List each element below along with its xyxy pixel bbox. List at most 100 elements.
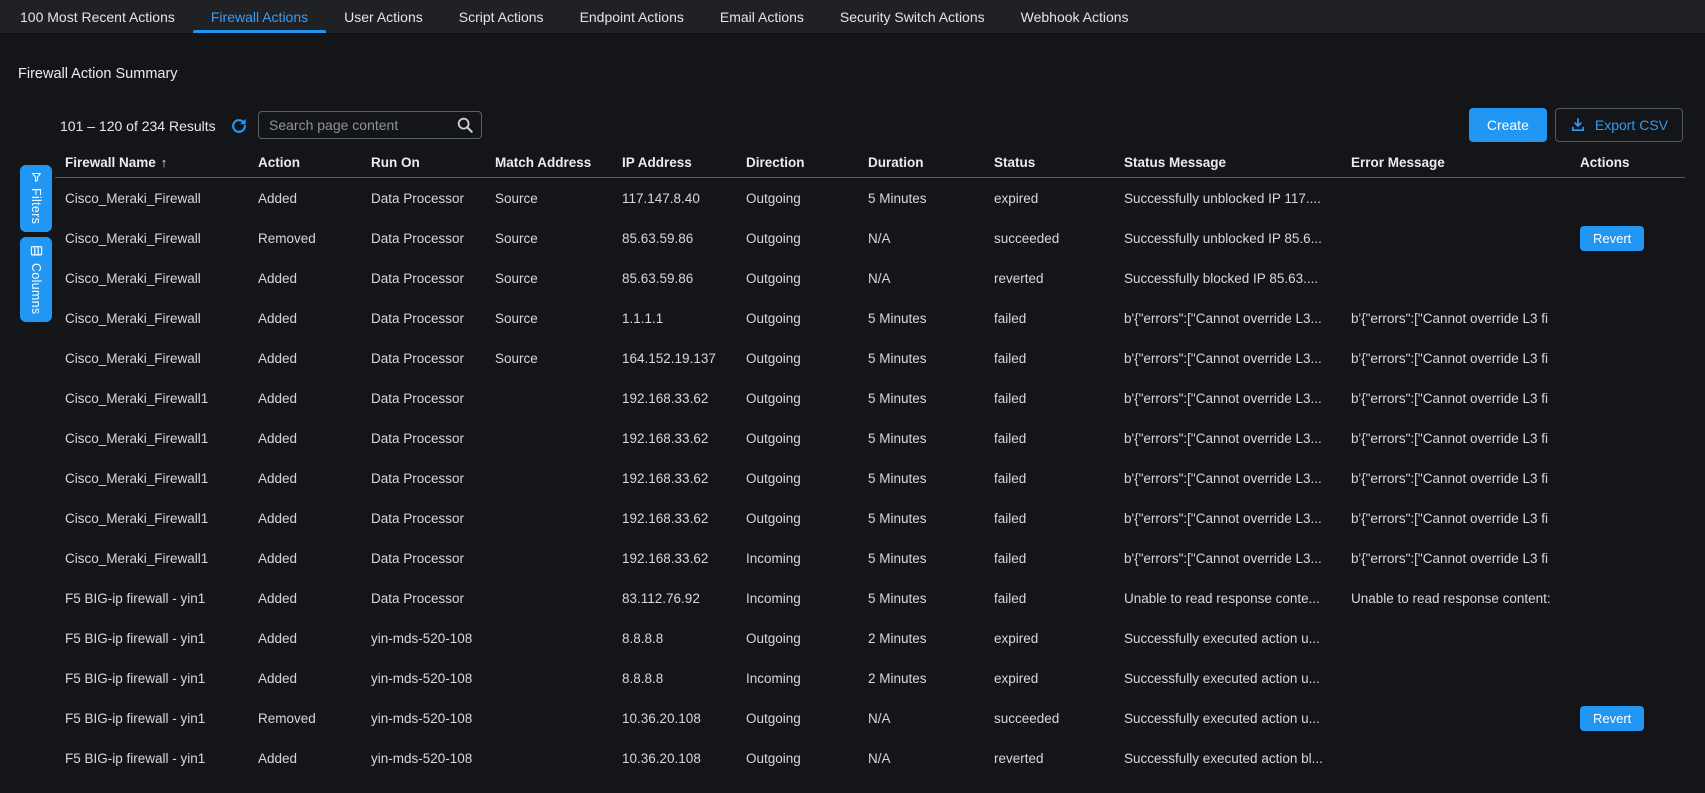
cell-status: failed [994,311,1124,326]
column-header-label: Error Message [1351,155,1445,170]
cell-direction: Outgoing [746,631,868,646]
table-row: Cisco_Meraki_FirewallAddedData Processor… [55,298,1685,338]
column-header-direction[interactable]: Direction [746,155,868,170]
cell-status-message: Unable to read response conte... [1124,591,1351,606]
cell-action: Added [258,191,371,206]
column-header-error-message[interactable]: Error Message [1351,155,1580,170]
cell-firewall-name: F5 BIG-ip firewall - yin1 [65,671,258,686]
table-row: F5 BIG-ip firewall - yin1Addedyin-mds-52… [55,658,1685,698]
tab-security-switch-actions[interactable]: Security Switch Actions [822,0,1003,33]
tab-endpoint-actions[interactable]: Endpoint Actions [562,0,702,33]
cell-action: Added [258,751,371,766]
firewall-actions-table: Firewall Name↑ActionRun On Match Address I… [55,148,1685,793]
cell-status: failed [994,471,1124,486]
cell-match-address: Source [495,191,622,206]
cell-ip-address: 83.112.76.92 [622,591,746,606]
cell-firewall-name: F5 BIG-ip firewall - yin1 [65,711,258,726]
table-row: F5 BIG-ip firewall - yin1AddedData Proce… [55,578,1685,618]
cell-error-message: b'{"errors":["Cannot override L3 fi [1351,351,1580,366]
table-row: F5 BIG-ip firewall - yin1Addedyin-mds-52… [55,618,1685,658]
tab-firewall-actions[interactable]: Firewall Actions [193,0,326,33]
cell-direction: Outgoing [746,311,868,326]
column-header-label: Direction [746,155,805,170]
cell-status-message: Successfully executed action u... [1124,711,1351,726]
cell-status: succeeded [994,231,1124,246]
cell-run-on: Data Processor [371,511,495,526]
filters-button[interactable]: Filters [20,165,52,232]
cell-action: Added [258,311,371,326]
column-header-label: Match Address [495,155,591,170]
column-header-duration[interactable]: Duration [868,155,994,170]
cell-ip-address: 8.8.8.8 [622,671,746,686]
tab-script-actions[interactable]: Script Actions [441,0,562,33]
refresh-button[interactable] [230,117,248,135]
cell-firewall-name: Cisco_Meraki_Firewall1 [65,511,258,526]
table-header-row: Firewall Name↑ActionRun On Match Address I… [55,148,1685,178]
table-row: Cisco_Meraki_FirewallRemovedData Process… [55,218,1685,258]
cell-duration: N/A [868,751,994,766]
cell-status: reverted [994,751,1124,766]
export-csv-button[interactable]: Export CSV [1555,108,1683,142]
cell-action: Added [258,511,371,526]
results-count: 101 – 120 of 234 Results [60,118,216,134]
cell-ip-address: 192.168.33.62 [622,391,746,406]
cell-status-message: b'{"errors":["Cannot override L3... [1124,311,1351,326]
column-header-action[interactable]: Action [258,155,371,170]
cell-status: succeeded [994,711,1124,726]
cell-status-message: b'{"errors":["Cannot override L3... [1124,351,1351,366]
cell-status: failed [994,551,1124,566]
cell-status-message: b'{"errors":["Cannot override L3... [1124,471,1351,486]
cell-duration: 5 Minutes [868,511,994,526]
table-row: F5 BIG-ip firewall - yin1Removedyin-mds-… [55,698,1685,738]
column-header-actions[interactable]: Actions [1580,155,1685,170]
table-row: F5 BIG-ip firewall - yin1Addedyin-mds-52… [55,738,1685,778]
cell-firewall-name: F5 BIG-ip firewall - yin1 [65,631,258,646]
columns-button[interactable]: Columns [20,237,52,322]
create-button[interactable]: Create [1469,108,1547,142]
cell-ip-address: 192.168.33.62 [622,551,746,566]
cell-error-message: b'{"errors":["Cannot override L3 fi [1351,551,1580,566]
cell-action: Removed [258,231,371,246]
cell-status: expired [994,191,1124,206]
cell-run-on: Data Processor [371,591,495,606]
table-body: Cisco_Meraki_FirewallAddedData Processor… [55,178,1685,778]
revert-button[interactable]: Revert [1580,706,1644,731]
tab-100-most-recent-actions[interactable]: 100 Most Recent Actions [2,0,193,33]
cell-firewall-name: Cisco_Meraki_Firewall [65,311,258,326]
cell-ip-address: 192.168.33.62 [622,431,746,446]
column-header-status[interactable]: Status [994,155,1124,170]
column-header-run-on[interactable]: Run On [371,155,495,170]
cell-status-message: Successfully unblocked IP 117.... [1124,191,1351,206]
cell-firewall-name: F5 BIG-ip firewall - yin1 [65,591,258,606]
column-header-label: Status [994,155,1035,170]
cell-duration: 5 Minutes [868,591,994,606]
cell-duration: 5 Minutes [868,551,994,566]
cell-run-on: Data Processor [371,351,495,366]
cell-status-message: b'{"errors":["Cannot override L3... [1124,391,1351,406]
tab-user-actions[interactable]: User Actions [326,0,441,33]
cell-status: expired [994,671,1124,686]
column-header-match-address[interactable]: Match Address [495,155,622,170]
cell-error-message: b'{"errors":["Cannot override L3 fi [1351,471,1580,486]
cell-direction: Outgoing [746,271,868,286]
revert-button[interactable]: Revert [1580,226,1644,251]
column-header-ip-address[interactable]: IP Address [622,155,746,170]
cell-run-on: Data Processor [371,431,495,446]
table-row: Cisco_Meraki_FirewallAddedData Processor… [55,338,1685,378]
cell-run-on: Data Processor [371,231,495,246]
column-header-firewall-name[interactable]: Firewall Name↑ [65,155,258,170]
cell-ip-address: 164.152.19.137 [622,351,746,366]
cell-duration: 5 Minutes [868,191,994,206]
cell-run-on: Data Processor [371,391,495,406]
tab-webhook-actions[interactable]: Webhook Actions [1003,0,1147,33]
tab-email-actions[interactable]: Email Actions [702,0,822,33]
column-header-label: Run On [371,155,420,170]
column-header-label: Firewall Name [65,155,156,170]
filter-funnel-icon [29,172,44,183]
search-input[interactable] [258,111,482,139]
cell-match-address: Source [495,231,622,246]
cell-direction: Outgoing [746,351,868,366]
cell-direction: Incoming [746,551,868,566]
cell-status-message: Successfully executed action u... [1124,631,1351,646]
column-header-status-message[interactable]: Status Message [1124,155,1351,170]
